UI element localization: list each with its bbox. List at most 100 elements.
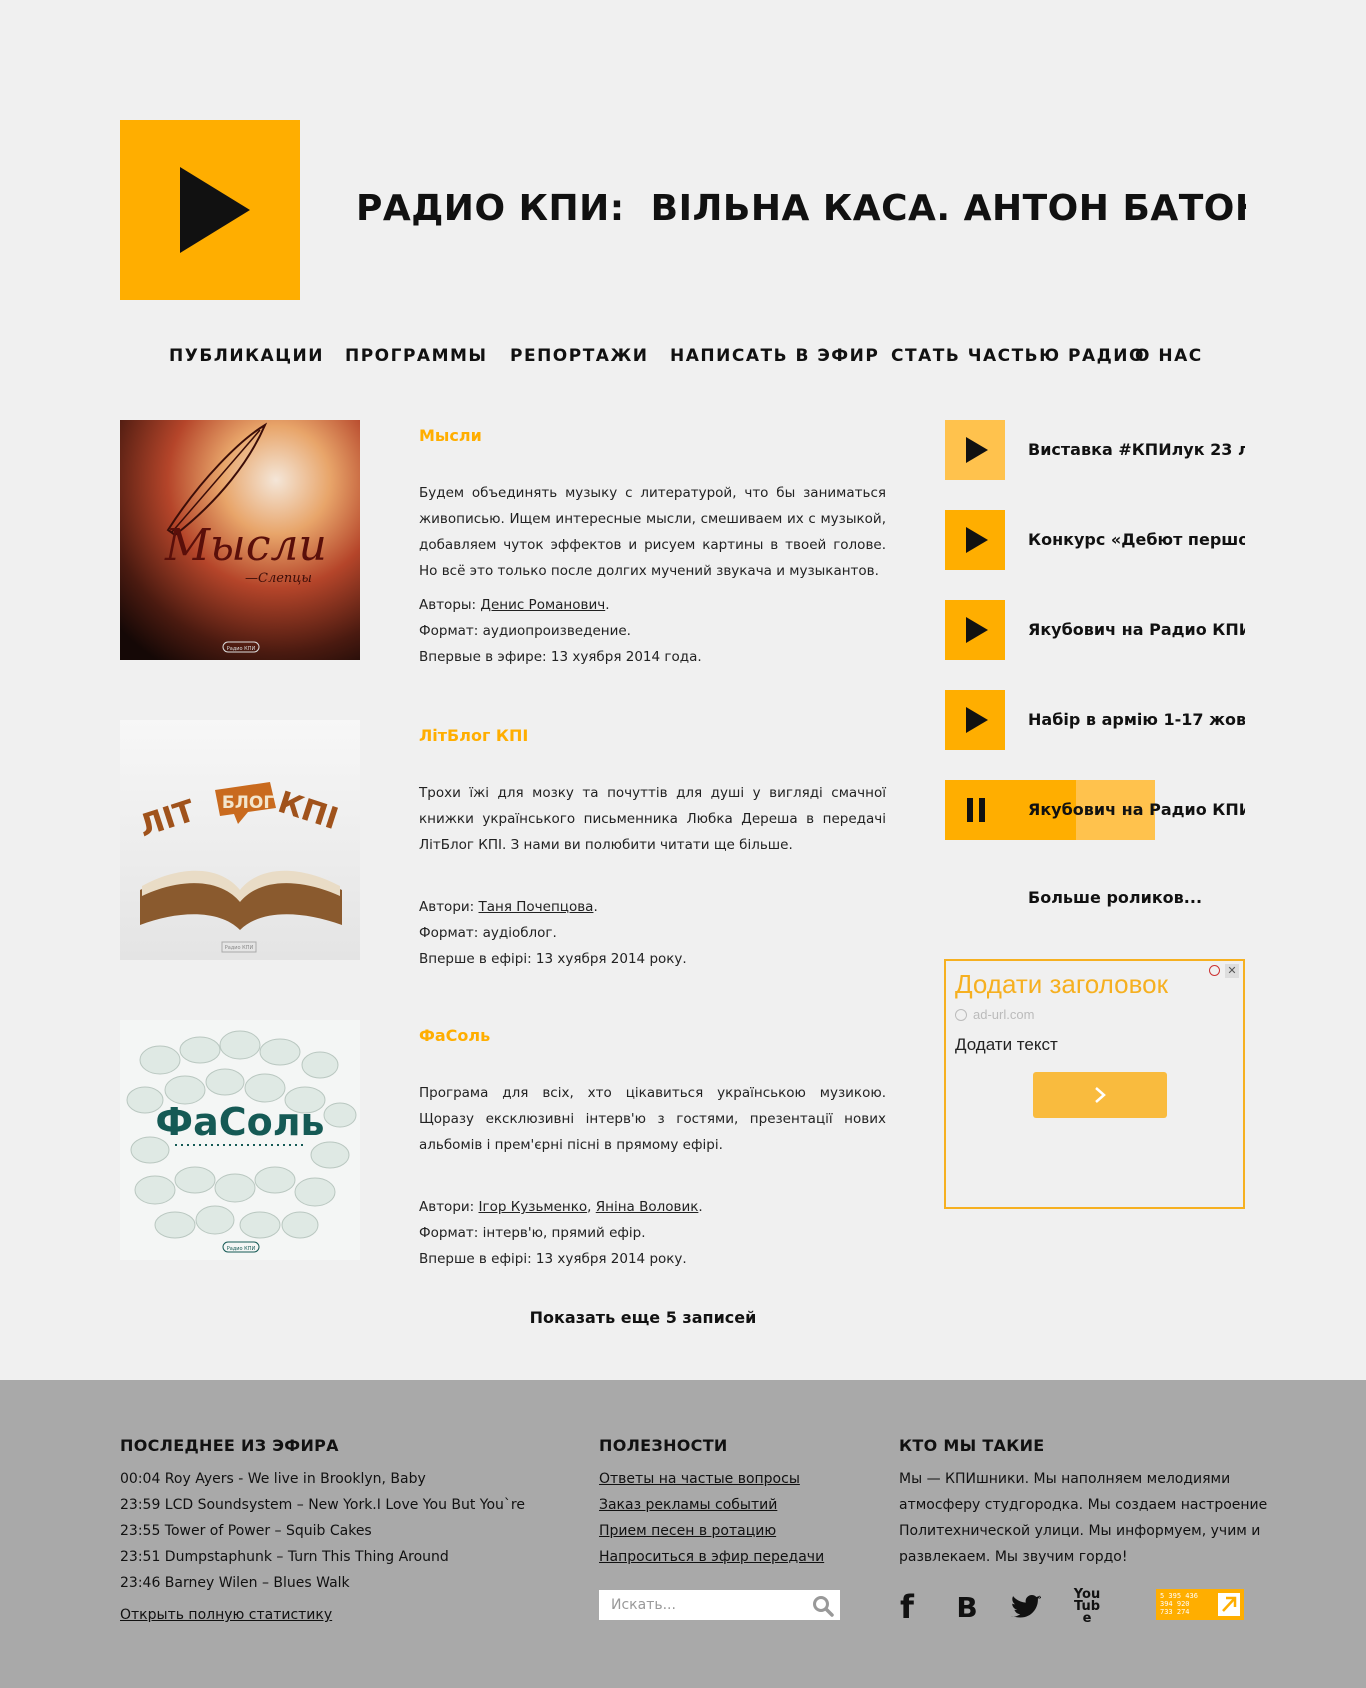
globe-icon xyxy=(955,1009,967,1021)
nav-programs[interactable]: ПРОГРАММЫ xyxy=(345,346,488,366)
nav-about[interactable]: О НАС xyxy=(1135,346,1203,366)
program-entry: БЛОГ ЛІТ КПІ Радио КПИ ЛітБлог КПІ Трохи… xyxy=(120,720,890,967)
main-play-button[interactable] xyxy=(120,120,300,300)
program-cover[interactable]: ФаСоль Радио КПИ xyxy=(120,1020,360,1260)
program-premiere: Вперше в ефірі: 13 хуября 2014 року. xyxy=(419,951,687,967)
clip-item-playing[interactable]: Якубович на Радио КПИ xyxy=(945,780,1245,840)
clip-play-button[interactable] xyxy=(945,420,1005,480)
authors-label: Автори: xyxy=(419,1199,479,1215)
program-authors: Автори: Таня Почепцова. xyxy=(419,894,886,920)
nav-publications[interactable]: ПУБЛИКАЦИИ xyxy=(169,346,324,366)
clip-item[interactable]: Набір в армію 1-17 жовтня xyxy=(945,690,1245,750)
nav-reports[interactable]: РЕПОРТАЖИ xyxy=(510,346,649,366)
now-playing-ticker: РАДИО КПИ: ВІЛЬНА КАСА. АНТОН БАТОН З МІС… xyxy=(356,184,1246,234)
footer-useful-heading: ПОЛЕЗНОСТИ xyxy=(599,1436,728,1455)
cover-title: БЛОГ xyxy=(222,793,275,813)
youtube-icon[interactable]: You Tube xyxy=(1070,1588,1104,1625)
authors-end: . xyxy=(698,1199,703,1215)
authors-separator: , xyxy=(587,1199,596,1215)
song-rotation-link[interactable]: Прием песен в ротацию xyxy=(599,1518,859,1544)
ad-order-link[interactable]: Заказ рекламы событий xyxy=(599,1492,859,1518)
clip-play-button[interactable] xyxy=(945,600,1005,660)
show-more-records-button[interactable]: Показать еще 5 записей xyxy=(0,1308,1286,1327)
program-format: Формат: аудіоблог. xyxy=(419,925,557,941)
ad-cta-button[interactable] xyxy=(1033,1072,1167,1118)
program-cover[interactable]: Мысли —Слепцы Радио КПИ xyxy=(120,420,360,660)
about-text-line: Политехнической улици. Мы информуем, учи… xyxy=(899,1523,1261,1539)
search-input[interactable] xyxy=(599,1590,799,1620)
program-title[interactable]: ЛітБлог КПІ xyxy=(419,726,886,746)
program-description: Програма для всіх, хто цікавиться україн… xyxy=(419,1085,886,1153)
program-entry: Мысли —Слепцы Радио КПИ Мысли Будем объе… xyxy=(120,420,890,665)
footer-useful-column: ПОЛЕЗНОСТИ Ответы на частые вопросы Зака… xyxy=(599,1436,859,1570)
facebook-glyph: f xyxy=(900,1588,914,1626)
clip-item[interactable]: Якубович на Радио КПИ xyxy=(945,600,1245,660)
clip-play-button[interactable] xyxy=(945,690,1005,750)
clip-title: Якубович на Радио КПИ xyxy=(1028,620,1245,639)
ad-url: ad-url.com xyxy=(955,1007,1034,1022)
vkontakte-icon[interactable]: B xyxy=(950,1590,984,1624)
clip-title: Набір в армію 1-17 жовтня xyxy=(1028,710,1245,729)
nav-join-radio[interactable]: СТАТЬ ЧАСТЬЮ РАДИО xyxy=(891,346,1145,366)
recent-track: 00:04 Roy Ayers - We live in Brooklyn, B… xyxy=(120,1471,426,1487)
author-link[interactable]: Денис Романович xyxy=(480,597,605,613)
authors-label: Автори: xyxy=(419,899,479,915)
program-description: Трохи їжі для мозку та почуттів для душі… xyxy=(419,785,886,853)
author-link[interactable]: Ігор Кузьменко xyxy=(479,1199,588,1215)
cover-subtitle: —Слепцы xyxy=(245,571,312,586)
about-text-line: Мы — КПИшники. Мы наполняем мелодиями xyxy=(899,1471,1231,1487)
author-link[interactable]: Таня Почепцова xyxy=(479,899,594,915)
chevron-right-icon xyxy=(1095,1087,1106,1103)
program-entry: ФаСоль Радио КПИ ФаСоль Програма для всі… xyxy=(120,1020,890,1267)
faq-link[interactable]: Ответы на частые вопросы xyxy=(599,1466,859,1492)
footer-about-column: КТО МЫ ТАКИЕ Мы — КПИшники. Мы наполняем… xyxy=(899,1436,1267,1570)
footer-recent-column: ПОСЛЕДНЕЕ ИЗ ЭФИРА 00:04 Roy Ayers - We … xyxy=(120,1436,560,1628)
on-air-request-link[interactable]: Напроситься в эфир передачи xyxy=(599,1544,859,1570)
ad-text: Додати текст xyxy=(955,1035,1058,1054)
program-title[interactable]: Мысли xyxy=(419,426,886,446)
cover-badge: Радио КПИ xyxy=(227,646,256,652)
ad-title[interactable]: Додати заголовок xyxy=(955,969,1168,1000)
program-body: Мысли Будем объединять музыку с литерату… xyxy=(419,420,886,670)
nav-write-on-air[interactable]: НАПИСАТЬ В ЭФИР xyxy=(670,346,879,366)
counter-line: 733 274 xyxy=(1160,1608,1190,1616)
more-clips-link[interactable]: Больше роликов... xyxy=(1028,888,1202,907)
ad-info-icon[interactable] xyxy=(1209,965,1220,976)
program-authors: Авторы: Денис Романович. xyxy=(419,592,886,618)
now-playing-title: ВІЛЬНА КАСА. АНТОН БАТОН З МІСІЯ xyxy=(650,188,1246,229)
facebook-icon[interactable]: f xyxy=(890,1588,924,1626)
program-format: Формат: аудиопроизведение. xyxy=(419,623,631,639)
play-icon xyxy=(966,527,988,553)
cover-badge: Радио КПИ xyxy=(225,945,254,951)
ad-block[interactable]: ✕ Додати заголовок ad-url.com Додати тек… xyxy=(944,959,1245,1209)
author-link[interactable]: Яніна Воловик xyxy=(596,1199,699,1215)
ad-close-icon[interactable]: ✕ xyxy=(1225,964,1239,978)
recent-track: 23:46 Barney Wilen – Blues Walk xyxy=(120,1575,350,1591)
play-icon xyxy=(966,617,988,643)
program-premiere: Вперше в ефірі: 13 хуября 2014 року. xyxy=(419,1251,687,1267)
pause-icon[interactable] xyxy=(967,798,985,822)
clip-play-button[interactable] xyxy=(945,510,1005,570)
cover-title: ФаСоль xyxy=(155,1100,324,1144)
clip-item[interactable]: Конкурс «Дебют першокурсника» xyxy=(945,510,1245,570)
recent-track: 23:59 LCD Soundsystem – New York.I Love … xyxy=(120,1497,525,1513)
program-cover[interactable]: БЛОГ ЛІТ КПІ Радио КПИ xyxy=(120,720,360,960)
counter-line: 5 395 436 xyxy=(1160,1592,1198,1600)
program-description: Будем объединять музыку с литературой, ч… xyxy=(419,485,886,579)
clip-title: Конкурс «Дебют першокурсника» xyxy=(1028,530,1245,549)
footer-about-heading: КТО МЫ ТАКИЕ xyxy=(899,1436,1045,1455)
twitter-icon[interactable] xyxy=(1009,1590,1043,1624)
clip-item[interactable]: Виставка #КПИлук 23 листопада xyxy=(945,420,1245,480)
search-icon[interactable] xyxy=(812,1595,834,1617)
program-title[interactable]: ФаСоль xyxy=(419,1026,886,1046)
ad-close-controls[interactable]: ✕ xyxy=(1209,964,1239,978)
full-stats-link[interactable]: Открыть полную статистику xyxy=(120,1602,560,1628)
footer-search xyxy=(599,1590,840,1620)
clip-title: Виставка #КПИлук 23 листопада xyxy=(1028,440,1245,459)
counter-line: 394 920 xyxy=(1160,1600,1190,1608)
visitor-counter[interactable]: 5 395 436 394 920 733 274 xyxy=(1156,1589,1244,1620)
main-nav: ПУБЛИКАЦИИ ПРОГРАММЫ РЕПОРТАЖИ НАПИСАТЬ … xyxy=(0,346,1366,376)
program-authors: Автори: Ігор Кузьменко, Яніна Воловик. xyxy=(419,1194,886,1220)
cover-badge: Радио КПИ xyxy=(227,1246,256,1252)
about-text-line: развлекаем. Мы звучим гордо! xyxy=(899,1549,1128,1565)
